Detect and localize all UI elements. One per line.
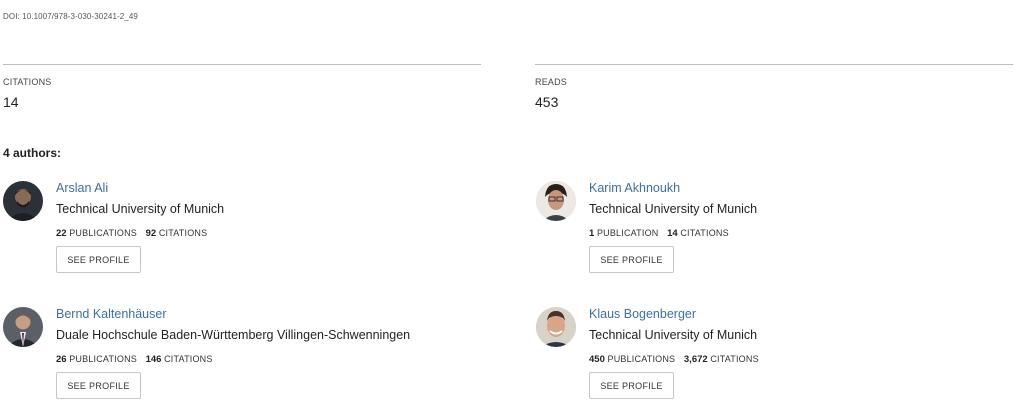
- citations-count: 14: [667, 228, 678, 239]
- publications-count: 450: [589, 354, 605, 365]
- reads-value: 453: [535, 94, 559, 110]
- see-profile-button[interactable]: SEE PROFILE: [56, 372, 141, 399]
- avatar[interactable]: [536, 181, 576, 221]
- citations-count: 92: [145, 228, 157, 239]
- citations-count: 146: [145, 354, 162, 365]
- person-photo-icon: [3, 307, 43, 347]
- publications-count: 1: [589, 228, 595, 239]
- author-stats: 26 PUBLICATIONS 146 CITATIONS: [56, 354, 213, 365]
- author-card: Bernd Kaltenhäuser Duale Hochschule Bade…: [3, 307, 473, 417]
- publications-count: 22: [56, 228, 67, 239]
- author-institution: Technical University of Munich: [589, 202, 758, 216]
- reads-label: READS: [535, 77, 568, 87]
- author-institution: Technical University of Munich: [56, 202, 225, 216]
- person-photo-icon: [3, 181, 43, 221]
- author-name-link[interactable]: Klaus Bogenberger: [589, 307, 696, 321]
- authors-heading: 4 authors:: [3, 146, 62, 160]
- publications-unit: PUBLICATIONS: [607, 354, 676, 364]
- author-name-link[interactable]: Arslan Ali: [56, 181, 108, 195]
- author-stats: 450 PUBLICATIONS 3,672 CITATIONS: [589, 354, 759, 365]
- avatar[interactable]: [536, 307, 576, 347]
- divider-right: [535, 64, 1013, 65]
- author-card: Karim Akhnoukh Technical University of M…: [536, 181, 1006, 291]
- doi-text: DOI: 10.1007/978-3-030-30241-2_49: [3, 12, 138, 21]
- author-name-link[interactable]: Karim Akhnoukh: [589, 181, 680, 195]
- citations-unit: CITATIONS: [710, 354, 759, 364]
- publications-unit: PUBLICATIONS: [69, 228, 137, 238]
- citations-unit: CITATIONS: [680, 228, 729, 238]
- publications-unit: PUBLICATION: [596, 228, 659, 238]
- author-stats: 22 PUBLICATIONS 92 CITATIONS: [56, 228, 207, 239]
- publications-count: 26: [56, 354, 67, 365]
- see-profile-button[interactable]: SEE PROFILE: [56, 246, 141, 273]
- citations-count: 3,672: [683, 354, 708, 365]
- author-institution: Duale Hochschule Baden-Württemberg Villi…: [56, 328, 411, 342]
- see-profile-button[interactable]: SEE PROFILE: [589, 372, 674, 399]
- avatar[interactable]: [3, 307, 43, 347]
- author-stats: 1 PUBLICATION 14 CITATIONS: [589, 228, 729, 239]
- author-card: Klaus Bogenberger Technical University o…: [536, 307, 1006, 417]
- author-card: Arslan Ali Technical University of Munic…: [3, 181, 473, 291]
- person-photo-icon: [536, 307, 576, 347]
- author-name-link[interactable]: Bernd Kaltenhäuser: [56, 307, 167, 321]
- author-institution: Technical University of Munich: [589, 328, 758, 342]
- person-photo-icon: [536, 181, 576, 221]
- publications-unit: PUBLICATIONS: [69, 354, 137, 364]
- divider-left: [3, 64, 481, 65]
- see-profile-button[interactable]: SEE PROFILE: [589, 246, 674, 273]
- avatar[interactable]: [3, 181, 43, 221]
- citations-label: CITATIONS: [3, 77, 52, 87]
- citations-unit: CITATIONS: [158, 228, 208, 238]
- citations-unit: CITATIONS: [164, 354, 213, 364]
- citations-value: 14: [3, 94, 19, 110]
